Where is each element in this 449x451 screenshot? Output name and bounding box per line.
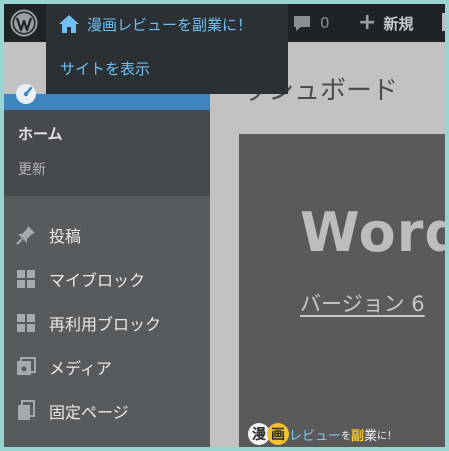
admin-sidebar: ホーム 更新 投稿 マイブロック 再利用ブロック メディア 固定ページ <box>4 84 210 447</box>
watermark-text: 副 <box>351 428 365 444</box>
screenshot-frame: 0 + 新規 ホーム 更新 投稿 マイブロック 再利用ブロック メディア 固定ペ… <box>0 0 449 451</box>
version-link[interactable]: バージョン 6 <box>300 288 425 318</box>
sidebar-item-pages[interactable]: 固定ページ <box>4 391 210 431</box>
comment-count: 0 <box>320 14 330 32</box>
dashboard-gauge-icon <box>16 84 36 104</box>
watermark-char: 画 <box>267 423 289 445</box>
media-icon <box>14 355 38 379</box>
pin-icon <box>14 223 38 247</box>
comments-button[interactable]: 0 <box>292 4 330 42</box>
sidebar-item-reusable-blocks[interactable]: 再利用ブロック <box>4 303 210 343</box>
sidebar-item-label: マイブロック <box>49 271 146 290</box>
sidebar-item-label: 再利用ブロック <box>49 315 162 334</box>
watermark-text: レビュー <box>289 428 342 444</box>
wordpress-logo-icon <box>10 9 38 37</box>
sidebar-item-posts[interactable]: 投稿 <box>4 215 210 255</box>
sidebar-item-label: 投稿 <box>49 227 82 246</box>
submenu-item-home[interactable]: ホーム <box>18 123 63 144</box>
watermark-logo: 漫 画 レビュー を 副 業 に！ <box>248 420 398 447</box>
plus-icon: + <box>358 10 377 35</box>
home-icon <box>59 15 79 33</box>
watermark-text: 業 <box>364 428 378 444</box>
watermark-text: に！ <box>377 430 398 442</box>
welcome-title: Word <box>300 201 449 264</box>
watermark-text: を <box>341 430 352 442</box>
site-name-link[interactable]: 漫画レビューを副業に！ <box>58 10 252 38</box>
dashboard-submenu: ホーム 更新 <box>4 110 210 196</box>
new-content-button[interactable]: + 新規 <box>358 4 413 42</box>
site-name-label: 漫画レビューを副業に！ <box>87 15 253 34</box>
sidebar-item-label: 固定ページ <box>49 403 129 422</box>
welcome-panel: Word バージョン 6 <box>239 134 449 447</box>
comment-bubble-icon <box>294 16 310 31</box>
grid-icon <box>14 311 38 335</box>
adminbar-clipped-item <box>442 13 445 31</box>
sidebar-item-dashboard[interactable] <box>4 84 210 110</box>
site-name-dropdown: 漫画レビューを副業に！ サイトを表示 <box>46 4 288 94</box>
grid-icon <box>14 267 38 291</box>
pages-icon <box>14 399 38 423</box>
sidebar-item-media[interactable]: メディア <box>4 347 210 387</box>
new-content-label: 新規 <box>383 14 414 33</box>
submenu-item-update[interactable]: 更新 <box>18 159 46 179</box>
view-site-link[interactable]: サイトを表示 <box>60 58 150 79</box>
sidebar-item-my-blocks[interactable]: マイブロック <box>4 259 210 299</box>
wordpress-logo-button[interactable] <box>4 4 46 42</box>
main-content: ッシュボード Word バージョン 6 <box>210 42 449 447</box>
sidebar-item-label: メディア <box>49 359 112 378</box>
